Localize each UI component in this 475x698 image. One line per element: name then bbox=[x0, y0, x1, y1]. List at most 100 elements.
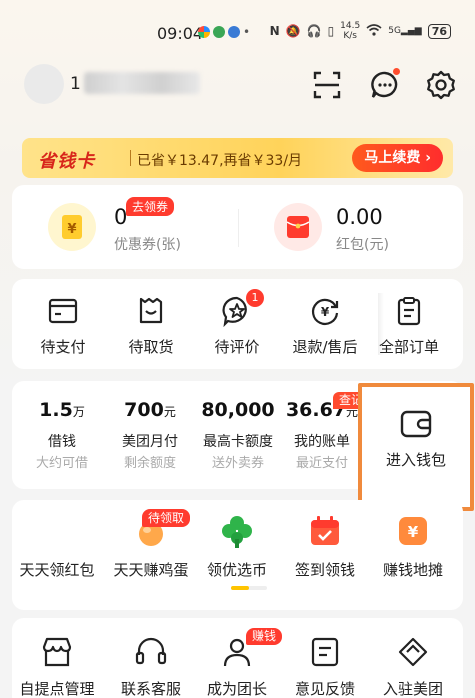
mute-icon: 🔕 bbox=[285, 24, 301, 38]
finance-label: 美团月付 bbox=[122, 434, 178, 450]
earn-card: 天天领红包 天天赚鸡蛋 领优选币 签到领钱 ¥ 赚钱地摊 bbox=[12, 500, 463, 610]
earn-scroll-thumb[interactable] bbox=[231, 586, 249, 590]
finance-value: 700元 bbox=[108, 399, 192, 421]
finance-value: 1.5万 bbox=[20, 399, 104, 421]
username[interactable]: 1 bbox=[70, 74, 81, 94]
order-pending-pickup[interactable]: 待取货 bbox=[108, 279, 194, 369]
coupon-label: 优惠券(张) bbox=[114, 237, 181, 253]
finance-monthly-pay[interactable]: 700元 美团月付 剩余额度 bbox=[108, 381, 192, 489]
services-card: 自提点管理 联系客服 成为团长 意见反馈 入驻美团 bbox=[12, 618, 463, 698]
finance-label: 我的账单 bbox=[294, 434, 350, 450]
headphone-icon: 🎧 bbox=[306, 24, 322, 38]
calendar-check-icon bbox=[308, 514, 342, 548]
to-claim-tag[interactable]: 待领取 bbox=[142, 509, 191, 527]
more-dot-icon: • bbox=[243, 25, 251, 39]
order-label: 全部订单 bbox=[378, 338, 439, 356]
shop-icon bbox=[42, 637, 72, 667]
promo-divider bbox=[130, 150, 131, 166]
service-label: 自提点管理 bbox=[19, 680, 95, 698]
coupon-icon: ¥ bbox=[48, 203, 96, 251]
red-packet-value: 0.00 bbox=[336, 205, 383, 229]
message-button[interactable] bbox=[368, 68, 402, 102]
notification-dot bbox=[393, 68, 400, 75]
status-indicators: N 🔕 🎧 ▯ 14.5 K/s 5G▂▄▆ 76 bbox=[270, 21, 451, 41]
earn-label: 天天领红包 bbox=[19, 561, 95, 579]
monthly-pay-unit: 元 bbox=[163, 405, 176, 419]
order-pending-payment[interactable]: 待支付 bbox=[20, 279, 106, 369]
monthly-pay-amount: 700 bbox=[124, 399, 164, 421]
review-count-badge: 1 bbox=[246, 289, 264, 307]
service-feedback[interactable]: 意见反馈 bbox=[280, 618, 370, 698]
savings-card-banner[interactable]: 省钱卡 已省￥13.47,再省￥33/月 马上续费 › bbox=[22, 138, 453, 178]
settings-button[interactable] bbox=[424, 68, 458, 102]
service-label: 意见反馈 bbox=[294, 680, 355, 698]
wallet-label: 进入钱包 bbox=[385, 451, 446, 469]
order-pending-review[interactable]: 1 待评价 bbox=[194, 279, 280, 369]
service-customer-support[interactable]: 联系客服 bbox=[106, 618, 196, 698]
finance-value: 80,000 bbox=[188, 399, 288, 421]
finance-loan[interactable]: 1.5万 借钱 大约可借 bbox=[20, 381, 104, 489]
earn-daily-red-packet[interactable]: 天天领红包 bbox=[12, 500, 102, 610]
coupon-item[interactable]: ¥ 0 去领券 优惠券(张) bbox=[12, 185, 237, 269]
username-blurred bbox=[84, 72, 200, 94]
service-label: 入驻美团 bbox=[382, 680, 443, 698]
earn-label: 签到领钱 bbox=[294, 561, 355, 579]
promo-text: 已省￥13.47,再省￥33/月 bbox=[137, 153, 303, 169]
svg-text:¥: ¥ bbox=[321, 305, 330, 319]
renew-button[interactable]: 马上续费 › bbox=[352, 144, 443, 172]
order-label: 待支付 bbox=[40, 338, 86, 356]
gear-icon bbox=[427, 70, 455, 100]
net-speed-unit: K/s bbox=[343, 31, 357, 41]
status-time: 09:04 bbox=[157, 24, 204, 43]
order-label: 待评价 bbox=[214, 338, 260, 356]
bag-icon bbox=[139, 297, 163, 324]
finance-sub: 送外卖券 bbox=[211, 456, 264, 471]
finance-label: 借钱 bbox=[48, 434, 76, 450]
card-limit-amount: 80,000 bbox=[201, 399, 275, 421]
service-pickup-management[interactable]: 自提点管理 bbox=[12, 618, 102, 698]
status-app-icons: • bbox=[198, 25, 250, 39]
enter-wallet-button[interactable]: 进入钱包 bbox=[358, 383, 474, 511]
earn-checkin[interactable]: 签到领钱 bbox=[280, 500, 370, 610]
get-coupon-badge[interactable]: 去领券 bbox=[126, 197, 175, 216]
finance-sub: 剩余额度 bbox=[123, 456, 176, 471]
service-label: 联系客服 bbox=[120, 680, 181, 698]
promo-brand: 省钱卡 bbox=[38, 151, 95, 172]
service-join-meituan[interactable]: 入驻美团 bbox=[368, 618, 458, 698]
red-envelope-icon bbox=[40, 514, 74, 548]
finance-label: 最高卡额度 bbox=[203, 434, 273, 450]
earn-stall[interactable]: ¥ 赚钱地摊 bbox=[368, 500, 458, 610]
avatar[interactable] bbox=[24, 64, 64, 104]
feedback-icon bbox=[311, 637, 339, 667]
money-stall-icon: ¥ bbox=[396, 514, 430, 548]
red-packet-icon bbox=[274, 203, 322, 251]
status-bar: 09:04 • N 🔕 🎧 ▯ 14.5 K/s 5G▂▄▆ 76 bbox=[0, 0, 475, 56]
earn-money-tag[interactable]: 赚钱 bbox=[246, 628, 283, 645]
red-packet-item[interactable]: 0.00 红包(元) bbox=[238, 185, 463, 269]
order-label: 退款/售后 bbox=[292, 338, 358, 356]
all-orders[interactable]: 全部订单 bbox=[366, 279, 452, 369]
earn-coins[interactable]: 领优选币 bbox=[192, 500, 282, 610]
coupon-card: ¥ 0 去领券 优惠券(张) 0.00 红包(元) bbox=[12, 185, 463, 269]
vibrate-icon: ▯ bbox=[327, 24, 335, 38]
battery-icon: 76 bbox=[427, 23, 451, 39]
earn-scroll-track[interactable] bbox=[231, 586, 267, 590]
svg-text:¥: ¥ bbox=[67, 222, 76, 237]
loan-unit: 万 bbox=[72, 405, 85, 419]
join-icon bbox=[398, 637, 428, 667]
wechat-icon bbox=[213, 26, 225, 38]
signal-label: 5G bbox=[388, 26, 401, 36]
order-refund[interactable]: ¥ 退款/售后 bbox=[282, 279, 368, 369]
service-label: 成为团长 bbox=[206, 680, 267, 698]
clover-icon bbox=[220, 514, 254, 548]
headset-icon bbox=[135, 637, 167, 665]
earn-label: 赚钱地摊 bbox=[382, 561, 443, 579]
scan-button[interactable] bbox=[310, 68, 344, 102]
app-icon-1 bbox=[198, 26, 210, 38]
red-packet-label: 红包(元) bbox=[336, 237, 389, 253]
clipboard-icon bbox=[397, 297, 421, 326]
earn-label: 天天赚鸡蛋 bbox=[113, 561, 189, 579]
finance-card-limit[interactable]: 80,000 最高卡额度 送外卖券 bbox=[188, 381, 288, 489]
signal-icon: 5G▂▄▆ bbox=[388, 26, 422, 36]
wifi-icon bbox=[366, 23, 382, 39]
